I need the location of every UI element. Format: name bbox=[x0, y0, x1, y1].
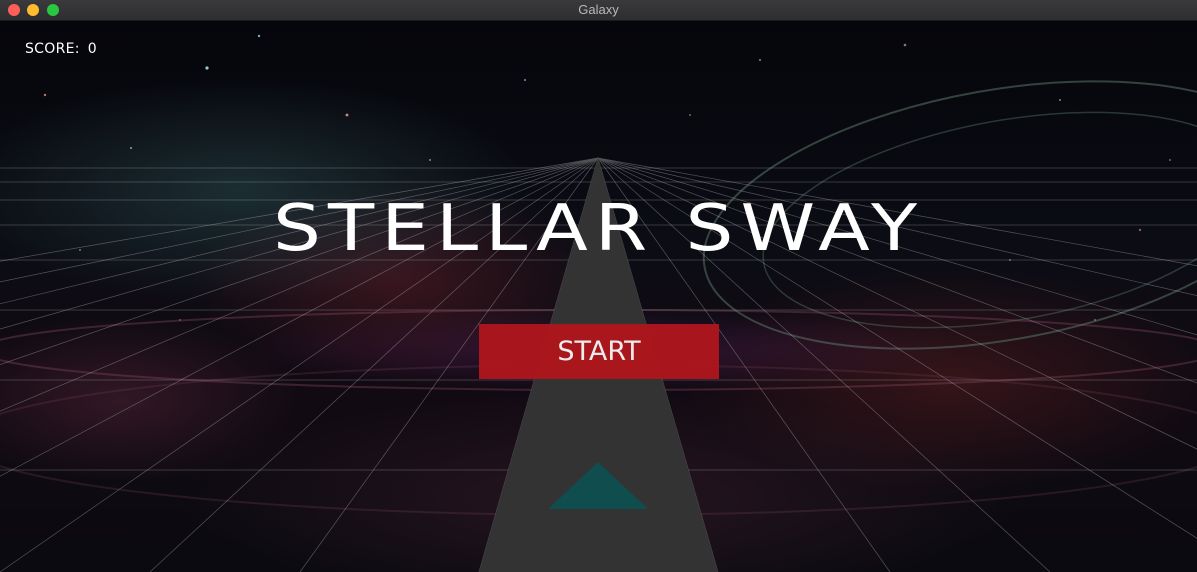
game-scene bbox=[0, 80, 1197, 572]
window-title: Galaxy bbox=[578, 2, 619, 17]
score-label: SCORE: bbox=[25, 41, 80, 57]
start-button[interactable]: START bbox=[479, 324, 719, 379]
score-display: SCORE: 0 bbox=[25, 41, 97, 57]
game-window: Galaxy SCORE: 0 STELLAR SWAY START bbox=[0, 0, 1197, 572]
score-value: 0 bbox=[87, 41, 97, 57]
game-title: STELLAR SWAY bbox=[273, 192, 925, 266]
game-canvas[interactable]: SCORE: 0 STELLAR SWAY START bbox=[0, 20, 1197, 572]
title-bar: Galaxy bbox=[0, 0, 1197, 21]
